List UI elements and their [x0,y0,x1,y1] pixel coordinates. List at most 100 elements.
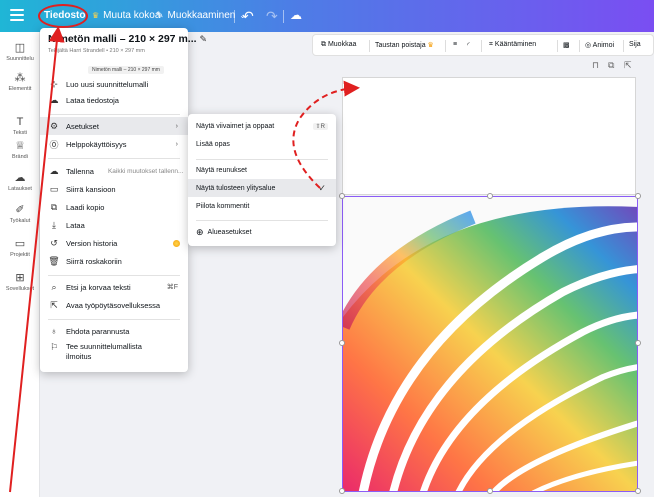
settings-submenu: Näytä viivaimet ja oppaat ⇧R Lisää opas N… [188,114,336,246]
canvas-page-image[interactable] [342,196,638,492]
design-title[interactable]: Nimetön malli – 210 × 297 m... ✎ [48,33,207,45]
external-icon: ⇱ [50,299,58,310]
add-page-icon[interactable]: ⇱ [624,60,632,71]
resize-handle[interactable] [339,488,345,494]
open-desktop-app-item[interactable]: ⇱ Avaa työpöytäsovelluksessa [40,296,188,314]
divider [48,114,180,115]
menu-icon[interactable] [10,9,24,21]
context-toolbar: ⧉ Muokkaa Taustan poistaja ♛ ≡ ◜ ⌗ Käänt… [312,34,654,56]
divider [283,10,284,23]
annotation-oval [38,4,88,28]
version-history-item[interactable]: ↺ Version historia [40,234,188,252]
canvas-page-blank[interactable] [342,77,636,195]
divider [445,40,446,52]
region-settings-item[interactable]: ⊕ Alueasetukset [188,223,336,241]
resize-handle[interactable] [487,488,493,494]
copy-icon: ⧉ [50,201,58,212]
elements-icon: ⁂ [14,72,26,84]
resize-handle[interactable] [339,193,345,199]
animate-icon: ◎ [585,42,592,49]
show-margins-item[interactable]: Näytä reunukset [188,161,336,179]
divider [369,40,370,52]
accessibility-icon: ⓪ [49,139,59,150]
add-guide-item[interactable]: Lisää opas [188,135,336,153]
suggest-improvement-item[interactable]: ♁ Ehdota parannusta [40,322,188,340]
resize-handle[interactable] [339,340,345,346]
flip-button[interactable]: ⌗ Kääntäminen [489,41,536,49]
corner-radius-icon[interactable]: ◜ [467,41,470,49]
divider [48,275,180,276]
design-subtitle: Tekijältä Harri Strandell • 210 × 297 mm [48,48,145,54]
move-to-trash-item[interactable]: 🗑 Siirrä roskakoriin [40,252,188,270]
sidebar-item-projects[interactable]: ▭ Projektit [0,238,40,258]
title-tooltip: Nimetön malli – 210 × 297 mm [88,66,164,74]
edit-mode-label: Muokkaaminen [167,10,236,21]
show-print-bleed-item[interactable]: Näytä tulosteen ylitysalue ✓ [188,179,336,197]
divider [196,159,328,160]
sidebar-item-text[interactable]: T Teksti [0,116,40,136]
text-icon: T [16,116,24,128]
divider [623,40,624,52]
globe-icon: ⊕ [196,226,204,237]
cloud-upload-icon: ☁ [49,94,59,105]
settings-item[interactable]: ⚙ Asetukset › [40,117,188,135]
pencil-icon[interactable]: ✎ [199,34,207,44]
resize-handle[interactable] [635,488,641,494]
sidebar-item-design[interactable]: ◫ Suunnittelu [0,42,40,62]
crop-icon: ⌗ [489,41,493,48]
edit-mode-button[interactable]: ✎ Muokkaaminen ⌄ [156,10,246,21]
upload-icon: ☁ [14,172,26,184]
download-item[interactable]: ⤓ Lataa [40,216,188,234]
accessibility-item[interactable]: ⓪ Helppokäyttöisyys › [40,135,188,153]
position-button[interactable]: Sija [629,41,641,48]
tools-icon: ✐ [15,204,25,216]
report-design-item[interactable]: ⚐ Tee suunnittelumallista ilmoitus [40,342,188,368]
bg-remover-button[interactable]: Taustan poistaja ♛ [375,41,434,49]
divider [481,40,482,52]
sidebar-item-uploads[interactable]: ☁ Lataukset [0,172,40,192]
resize-handle[interactable] [635,340,641,346]
sidebar-item-brand[interactable]: ♕ Brändi [0,140,40,160]
lightbulb-icon: ♁ [50,326,58,336]
hide-comments-item[interactable]: Piilota kommentit [188,197,336,215]
crown-icon: ♛ [427,42,434,49]
make-copy-item[interactable]: ⧉ Laadi kopio [40,198,188,216]
left-sidebar: ◫ Suunnittelu ⁂ Elementit T Teksti ♕ Brändi … [0,32,40,497]
sidebar-item-tools[interactable]: ✐ Työkalut [0,204,40,224]
flag-icon: ⚐ [49,342,59,352]
premium-badge-icon [173,239,180,247]
upload-files-item[interactable]: ☁ Lataa tiedostoja [40,91,188,109]
find-replace-item[interactable]: ⌕ Etsi ja korvaa teksti ⌘F [40,278,188,296]
save-item[interactable]: ☁ Tallenna Kaikki muutokset tallenn... [40,162,188,180]
show-rulers-item[interactable]: Näytä viivaimet ja oppaat ⇧R [188,117,336,135]
cloud-save-icon: ☁ [49,165,59,176]
resize-handle[interactable] [487,193,493,199]
trash-icon: 🗑 [48,255,60,266]
move-to-folder-item[interactable]: ▭ Siirrä kansioon [40,180,188,198]
layout-icon: ◫ [14,42,26,54]
cloud-sync-icon[interactable]: ☁ [290,8,302,22]
shortcut-hint: ⇧R [312,122,328,130]
sidebar-item-elements[interactable]: ⁂ Elementit [0,72,40,92]
animate-button[interactable]: ◎ Animoi [585,41,614,49]
chevron-right-icon: › [175,140,178,148]
pencil-icon: ✎ [156,10,164,20]
apps-icon: ⊞ [15,272,25,284]
line-weight-icon[interactable]: ≡ [453,41,457,48]
redo-icon[interactable]: ↷ [266,8,278,25]
resize-handle[interactable] [635,193,641,199]
transparency-icon[interactable]: ▩ [563,41,570,49]
image-edit-icon: ⧉ [321,41,326,48]
undo-icon[interactable]: ↶ [242,8,254,25]
divider [48,319,180,320]
chevron-right-icon: › [175,122,178,130]
file-menu: Nimetön malli – 210 × 297 m... ✎ Tekijäl… [40,28,207,372]
color-swatch-fan-image[interactable] [343,197,638,492]
edit-image-button[interactable]: ⧉ Muokkaa [321,41,356,49]
sidebar-item-apps[interactable]: ⊞ Sovellukset [0,272,40,292]
crown-icon: ♛ [92,11,100,20]
lock-icon[interactable]: ⊓ [592,60,599,71]
duplicate-page-icon[interactable]: ⧉ [608,60,614,71]
resize-button[interactable]: ♛ Muuta kokoa [92,10,160,21]
brand-icon: ♕ [15,140,25,152]
